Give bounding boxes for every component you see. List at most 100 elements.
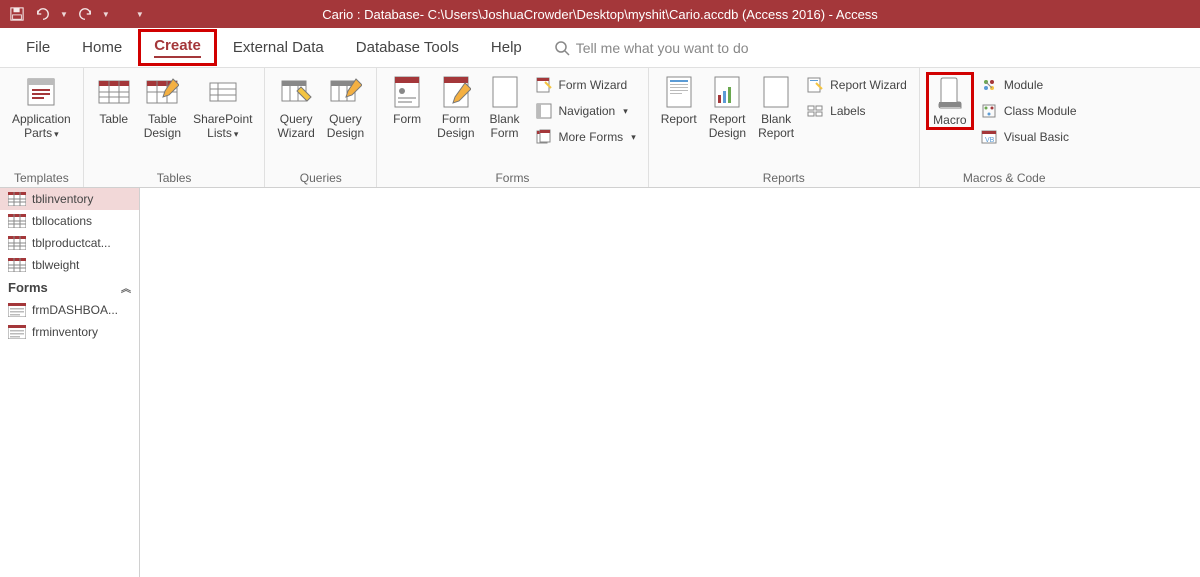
report-wizard-icon: [806, 76, 824, 94]
labels-button[interactable]: Labels: [804, 100, 909, 122]
group-macros-code: Macro Module Class Module VB Visual Basi…: [920, 68, 1089, 187]
search-icon: [554, 40, 570, 56]
collapse-icon[interactable]: ︽: [121, 280, 131, 295]
query-wizard-icon: [278, 74, 314, 110]
tab-create-label: Create: [154, 37, 201, 58]
form-design-button[interactable]: Form Design: [431, 72, 480, 143]
class-module-button[interactable]: Class Module: [978, 100, 1079, 122]
group-tables-label: Tables: [90, 169, 259, 185]
redo-icon[interactable]: [76, 5, 94, 23]
report-button[interactable]: Report: [655, 72, 703, 128]
navigation-pane: tblinventory tbllocations tblproductcat.…: [0, 188, 140, 577]
tab-file[interactable]: File: [10, 31, 66, 64]
table-icon: [96, 74, 132, 110]
navigation-button[interactable]: Navigation▾: [533, 100, 638, 122]
tab-create[interactable]: Create: [138, 29, 217, 66]
application-parts-button[interactable]: Application Parts▾: [6, 72, 77, 143]
search-placeholder: Tell me what you want to do: [576, 40, 749, 56]
navigation-icon: [535, 102, 553, 120]
undo-dropdown-icon[interactable]: ▼: [60, 10, 68, 19]
table-design-icon: [144, 74, 180, 110]
visual-basic-button[interactable]: VB Visual Basic: [978, 126, 1079, 148]
sharepoint-lists-icon: [205, 74, 241, 110]
report-design-icon: [709, 74, 745, 110]
qat-customize-icon[interactable]: ▼: [136, 10, 144, 19]
query-design-icon: [327, 74, 363, 110]
nav-item-label: tblproductcat...: [32, 236, 111, 250]
report-wizard-button[interactable]: Report Wizard: [804, 74, 909, 96]
title-bar: ▼ ▼ ▼ Cario : Database- C:\Users\JoshuaC…: [0, 0, 1200, 28]
blank-form-button[interactable]: Blank Form: [481, 72, 529, 143]
dropdown-caret-icon: ▾: [623, 106, 628, 117]
ribbon-content: Application Parts▾ Templates Table Table…: [0, 68, 1200, 188]
redo-dropdown-icon[interactable]: ▼: [102, 10, 110, 19]
form-icon: [389, 74, 425, 110]
group-forms-label: Forms: [383, 169, 642, 185]
window-title: Cario : Database- C:\Users\JoshuaCrowder…: [322, 7, 878, 22]
main-area: tblinventory tbllocations tblproductcat.…: [0, 188, 1200, 577]
nav-item-label: tblinventory: [32, 192, 93, 206]
tab-help[interactable]: Help: [475, 31, 538, 64]
nav-table-item[interactable]: tblweight: [0, 254, 139, 276]
nav-item-label: frmDASHBOA...: [32, 303, 118, 317]
group-queries-label: Queries: [271, 169, 370, 185]
group-reports: Report Report Design Blank Report Repo: [649, 68, 920, 187]
form-wizard-icon: [535, 76, 553, 94]
blank-form-icon: [487, 74, 523, 110]
report-design-button[interactable]: Report Design: [703, 72, 752, 143]
nav-item-label: frminventory: [32, 325, 98, 339]
blank-report-icon: [758, 74, 794, 110]
save-icon[interactable]: [8, 5, 26, 23]
module-button[interactable]: Module: [978, 74, 1079, 96]
table-icon: [8, 192, 26, 206]
group-reports-label: Reports: [655, 169, 913, 185]
table-button[interactable]: Table: [90, 72, 138, 128]
tab-home[interactable]: Home: [66, 31, 138, 64]
nav-table-item[interactable]: tbllocations: [0, 210, 139, 232]
nav-item-label: tbllocations: [32, 214, 92, 228]
more-forms-button[interactable]: More Forms▾: [533, 126, 638, 148]
labels-icon: [806, 102, 824, 120]
macro-icon: [932, 75, 968, 111]
table-design-button[interactable]: Table Design: [138, 72, 187, 143]
form-icon: [8, 303, 26, 317]
ribbon-tabs: File Home Create External Data Database …: [0, 28, 1200, 68]
tell-me-search[interactable]: Tell me what you want to do: [554, 40, 749, 56]
group-macros-code-label: Macros & Code: [926, 169, 1083, 185]
nav-item-label: tblweight: [32, 258, 79, 272]
module-icon: [980, 76, 998, 94]
nav-form-item[interactable]: frminventory: [0, 321, 139, 343]
tab-external-data[interactable]: External Data: [217, 31, 340, 64]
query-wizard-button[interactable]: Query Wizard: [271, 72, 320, 143]
undo-icon[interactable]: [34, 5, 52, 23]
nav-form-item[interactable]: frmDASHBOA...: [0, 299, 139, 321]
report-icon: [661, 74, 697, 110]
application-parts-icon: [23, 74, 59, 110]
macro-button[interactable]: Macro: [926, 72, 974, 130]
table-icon: [8, 258, 26, 272]
form-design-icon: [438, 74, 474, 110]
form-icon: [8, 325, 26, 339]
visual-basic-icon: VB: [980, 128, 998, 146]
nav-table-item[interactable]: tblinventory: [0, 188, 139, 210]
group-templates: Application Parts▾ Templates: [0, 68, 84, 187]
table-icon: [8, 236, 26, 250]
nav-table-item[interactable]: tblproductcat...: [0, 232, 139, 254]
dropdown-caret-icon: ▾: [234, 129, 239, 140]
query-design-button[interactable]: Query Design: [321, 72, 370, 143]
dropdown-caret-icon: ▾: [54, 129, 59, 140]
class-module-icon: [980, 102, 998, 120]
more-forms-icon: [535, 128, 553, 146]
blank-report-button[interactable]: Blank Report: [752, 72, 800, 143]
form-button[interactable]: Form: [383, 72, 431, 128]
tab-database-tools[interactable]: Database Tools: [340, 31, 475, 64]
nav-heading-label: Forms: [8, 280, 48, 295]
form-wizard-button[interactable]: Form Wizard: [533, 74, 638, 96]
sharepoint-lists-button[interactable]: SharePoint Lists▾: [187, 72, 258, 143]
workspace: [140, 188, 1200, 577]
group-tables: Table Table Design SharePoint Lists▾ Tab…: [84, 68, 266, 187]
nav-forms-heading[interactable]: Forms ︽: [0, 276, 139, 299]
svg-text:VB: VB: [985, 137, 995, 144]
group-queries: Query Wizard Query Design Queries: [265, 68, 377, 187]
quick-access-toolbar: ▼ ▼ ▼: [0, 5, 144, 23]
